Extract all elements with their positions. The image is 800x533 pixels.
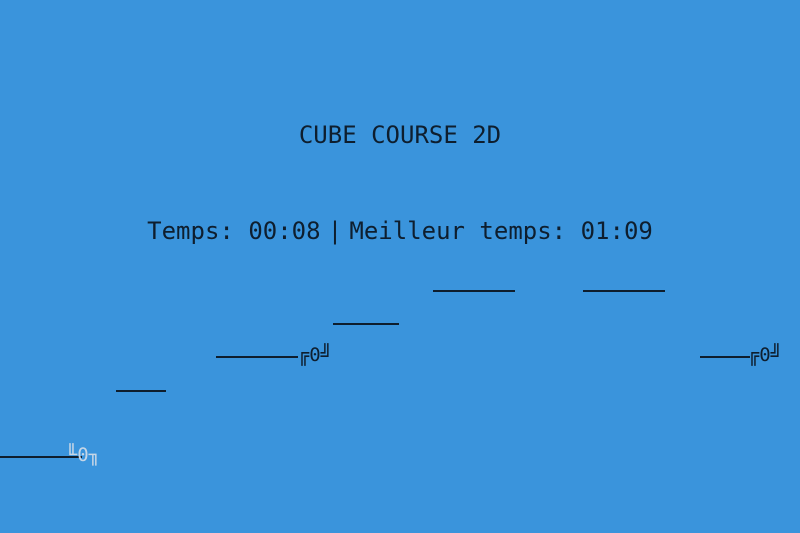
enemy-glyph: ╔0╝	[297, 344, 333, 366]
time-label: Temps:	[147, 217, 234, 245]
enemy-glyph: ╔0╝	[747, 344, 783, 366]
time-value: 00:08	[248, 217, 321, 245]
platform	[116, 390, 166, 392]
player-glyph: ╙0╖	[65, 444, 101, 466]
platform	[433, 290, 515, 292]
timer-line: Temps: 00:08 | Meilleur temps: 01:09	[0, 215, 800, 247]
player-cube-icon: ╙0╖	[20, 422, 100, 488]
hud: CUBE COURSE 2D Temps: 00:08 | Meilleur tem…	[0, 55, 800, 311]
platform	[333, 323, 399, 325]
best-time-value: 01:09	[580, 217, 653, 245]
enemy-cube-icon: ╔0╝	[702, 322, 782, 388]
best-time-label: Meilleur temps:	[349, 217, 567, 245]
game-title: CUBE COURSE 2D	[298, 121, 502, 149]
hud-separator: |	[327, 217, 343, 245]
game-screen[interactable]: CUBE COURSE 2D Temps: 00:08 | Meilleur tem…	[0, 0, 800, 533]
enemy-cube-icon: ╔0╝	[252, 322, 332, 388]
platform	[583, 290, 665, 292]
